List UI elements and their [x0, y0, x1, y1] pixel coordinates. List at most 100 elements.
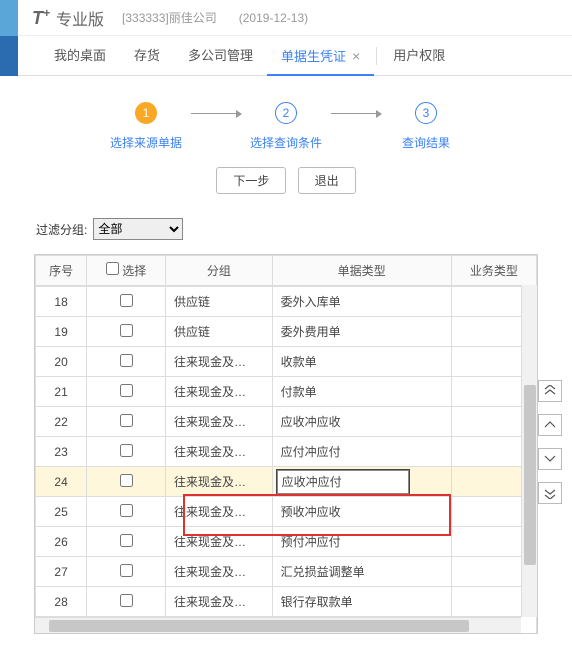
date-label: (2019-12-13) [239, 11, 308, 25]
horizontal-scrollbar[interactable] [35, 617, 521, 633]
cell-select [87, 557, 166, 587]
table-row[interactable]: 27往来现金及…汇兑损益调整单 [36, 557, 537, 587]
cell-group: 往来现金及… [166, 407, 273, 437]
cell-select [87, 527, 166, 557]
tab-voucher[interactable]: 单据生凭证 [267, 36, 374, 76]
cell-group: 往来现金及… [166, 377, 273, 407]
step-buttons: 下一步 退出 [0, 161, 572, 208]
table-row[interactable]: 19供应链委外费用单 [36, 317, 537, 347]
cell-group: 往来现金及… [166, 557, 273, 587]
scroll-thumb[interactable] [49, 620, 469, 632]
chevron-bottom-icon [544, 487, 556, 499]
chevron-up-icon [544, 420, 556, 430]
table-row[interactable]: 18 供应链委外入库单 [36, 287, 537, 317]
cell-seq: 26 [36, 527, 87, 557]
tab-inventory[interactable]: 存货 [120, 36, 174, 76]
row-checkbox[interactable] [120, 534, 133, 547]
table-row[interactable]: 24往来现金及…应收冲应付 [36, 467, 537, 497]
nav-bottom-button[interactable] [538, 482, 562, 504]
row-checkbox[interactable] [120, 384, 133, 397]
cell-doctype: 应收冲应付 [272, 467, 451, 497]
cell-seq: 28 [36, 587, 87, 617]
cell-group: 供应链 [166, 287, 273, 317]
table-row[interactable]: 21往来现金及…付款单 [36, 377, 537, 407]
row-checkbox[interactable] [120, 474, 133, 487]
row-checkbox[interactable] [120, 594, 133, 607]
chevron-top-icon [544, 385, 556, 397]
select-all-checkbox[interactable] [106, 262, 119, 275]
row-checkbox[interactable] [120, 294, 133, 307]
cell-doctype: 应付冲应付 [272, 437, 451, 467]
doctype-editor[interactable]: 应收冲应付 [277, 470, 409, 494]
row-nav-buttons [538, 380, 562, 504]
cell-select [87, 497, 166, 527]
scroll-thumb[interactable] [524, 385, 536, 565]
nav-down-button[interactable] [538, 448, 562, 470]
cell-group: 往来现金及… [166, 587, 273, 617]
cell-select [87, 317, 166, 347]
table-row[interactable]: 28 往来现金及…银行存取款单 [36, 587, 537, 617]
step-1-label: 选择来源单据 [110, 134, 182, 151]
cell-doctype: 收款单 [272, 347, 451, 377]
grid-header-row: 序号 选择 分组 单据类型 业务类型 [36, 256, 537, 286]
exit-button[interactable]: 退出 [298, 167, 356, 194]
tab-desktop[interactable]: 我的桌面 [40, 36, 120, 76]
vertical-scrollbar[interactable] [521, 285, 537, 617]
tab-permissions[interactable]: 用户权限 [379, 36, 459, 76]
cell-select [87, 587, 166, 617]
filter-row: 过滤分组: 全部 [0, 208, 572, 250]
chevron-down-icon [544, 454, 556, 464]
col-seq: 序号 [36, 256, 87, 286]
step-1: 1 选择来源单据 [101, 102, 191, 151]
filter-label: 过滤分组: [36, 221, 87, 238]
arrow-icon [191, 113, 241, 114]
step-1-circle: 1 [135, 102, 157, 124]
top-bar: T+ 专业版 [333333]丽佳公司 (2019-12-13) [0, 0, 572, 36]
arrow-icon [331, 113, 381, 114]
cell-doctype: 应收冲应收 [272, 407, 451, 437]
table-row[interactable]: 26往来现金及…预付冲应付 [36, 527, 537, 557]
cell-seq: 20 [36, 347, 87, 377]
col-select: 选择 [87, 256, 166, 286]
cell-doctype: 预付冲应付 [272, 527, 451, 557]
cell-group: 往来现金及… [166, 437, 273, 467]
cell-doctype: 银行存取款单 [272, 587, 451, 617]
row-checkbox[interactable] [120, 354, 133, 367]
cell-select [87, 437, 166, 467]
table-row[interactable]: 25往来现金及…预收冲应收 [36, 497, 537, 527]
table-row[interactable]: 20往来现金及…收款单 [36, 347, 537, 377]
col-doctype: 单据类型 [272, 256, 451, 286]
step-3: 3 查询结果 [381, 102, 471, 151]
cell-select [87, 467, 166, 497]
cell-seq: 18 [36, 287, 87, 317]
row-checkbox[interactable] [120, 444, 133, 457]
cell-seq: 23 [36, 437, 87, 467]
tab-multicompany[interactable]: 多公司管理 [174, 36, 267, 76]
col-biztype: 业务类型 [451, 256, 536, 286]
cell-group: 往来现金及… [166, 497, 273, 527]
row-checkbox[interactable] [120, 564, 133, 577]
step-2: 2 选择查询条件 [241, 102, 331, 151]
filter-select[interactable]: 全部 [93, 218, 183, 240]
left-strip-light [0, 0, 18, 36]
cell-seq: 24 [36, 467, 87, 497]
cell-select [87, 407, 166, 437]
cell-select [87, 347, 166, 377]
nav-up-button[interactable] [538, 414, 562, 436]
edition-label: 专业版 [56, 6, 104, 30]
app-logo: T+ [32, 6, 50, 29]
nav-top-button[interactable] [538, 380, 562, 402]
next-button[interactable]: 下一步 [216, 167, 286, 194]
tab-divider [376, 47, 377, 65]
cell-doctype: 付款单 [272, 377, 451, 407]
row-checkbox[interactable] [120, 414, 133, 427]
step-3-label: 查询结果 [402, 134, 450, 151]
cell-doctype: 委外入库单 [272, 287, 451, 317]
cell-seq: 27 [36, 557, 87, 587]
cell-seq: 19 [36, 317, 87, 347]
table-row[interactable]: 22往来现金及…应收冲应收 [36, 407, 537, 437]
table-row[interactable]: 23 往来现金及…应付冲应付 [36, 437, 537, 467]
row-checkbox[interactable] [120, 324, 133, 337]
row-checkbox[interactable] [120, 504, 133, 517]
step-2-label: 选择查询条件 [250, 134, 322, 151]
